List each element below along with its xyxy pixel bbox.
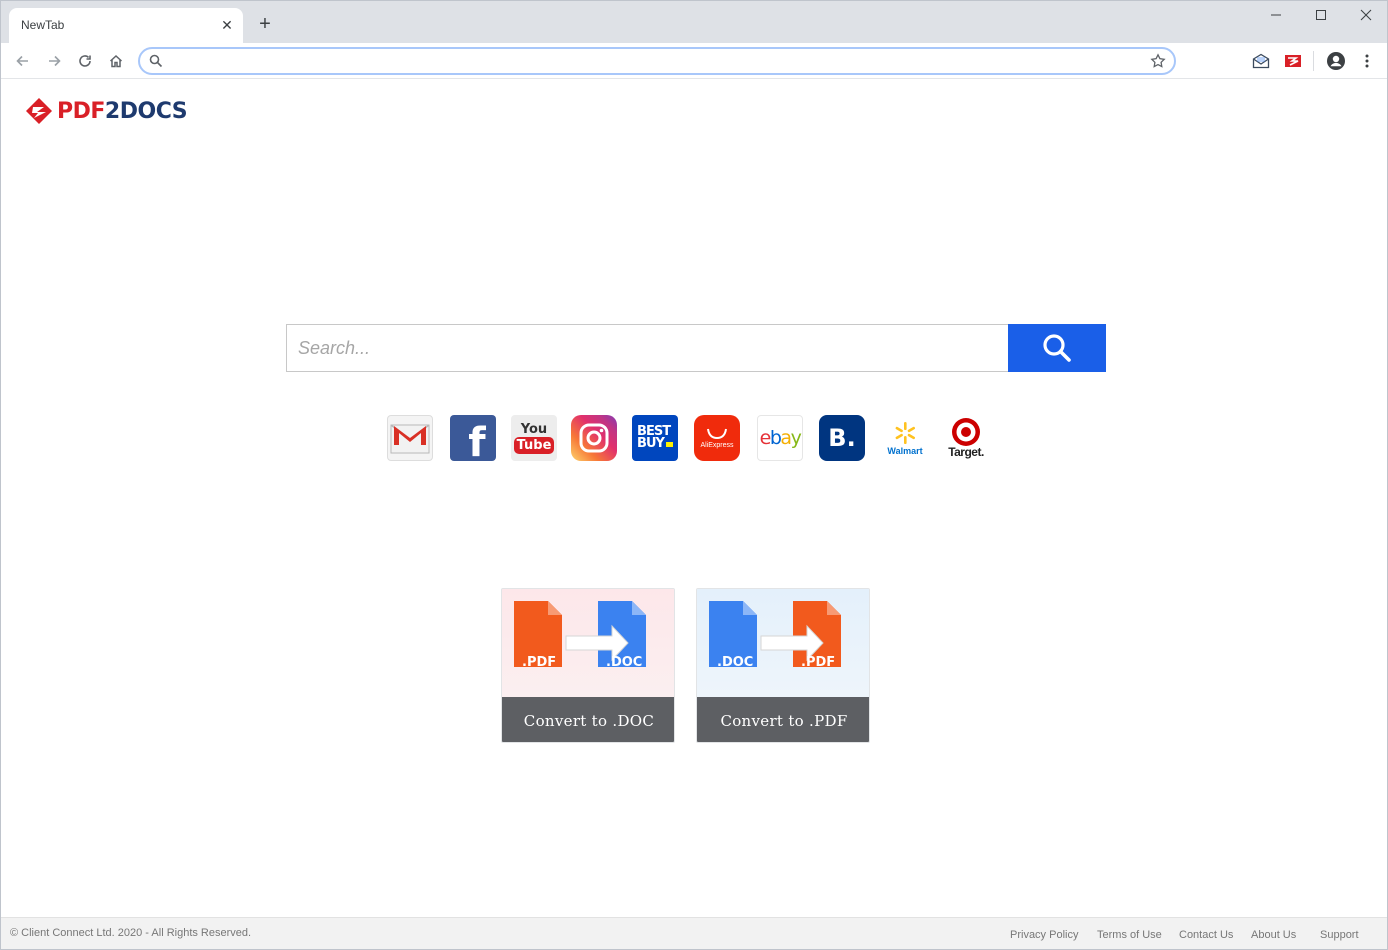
browser-window: NewTab ✕ + PDF2DOCS Search... f You Tube… [0,0,1388,950]
copyright-text: © Client Connect Ltd. 2020 - All Rights … [10,927,252,939]
pdf2docs-extension-icon[interactable] [1282,50,1304,72]
search-icon [1043,334,1071,362]
shortcut-facebook[interactable]: f [450,415,496,461]
browser-toolbar [1,43,1387,79]
aliexpress-icon: AliExpress [700,428,734,449]
tab-close-icon[interactable]: ✕ [219,17,235,33]
toolbar-divider [1313,51,1314,71]
forward-icon[interactable] [43,50,65,72]
support-link[interactable]: Support [1320,929,1359,941]
shortcut-youtube[interactable]: You Tube [511,415,557,461]
doc-to-pdf-illustration: .DOC .PDF [697,589,869,697]
gmail-icon [390,424,430,454]
logo-mark-icon [26,98,52,124]
bookmark-star-icon[interactable] [1150,53,1166,74]
shortcut-target[interactable]: Target. [943,415,989,461]
tab-newtab[interactable]: NewTab ✕ [9,8,243,43]
reload-icon[interactable] [74,50,96,72]
ebay-icon: ebay [759,427,802,449]
pdf-file-label: .PDF [801,655,836,670]
shortcut-instagram[interactable] [571,415,617,461]
convert-to-doc-card[interactable]: .PDF .DOC Convert to .DOC [501,588,675,743]
address-input[interactable] [168,52,1148,70]
booking-icon: B. [828,424,856,452]
minimize-icon[interactable] [1261,5,1291,27]
shortcut-ebay[interactable]: ebay [757,415,803,461]
privacy-policy-link[interactable]: Privacy Policy [1010,929,1078,941]
menu-kebab-icon[interactable] [1356,50,1378,72]
shortcut-aliexpress[interactable]: AliExpress [694,415,740,461]
maximize-icon[interactable] [1306,5,1336,27]
instagram-icon [579,423,609,453]
bestbuy-icon: BEST BUY [637,424,673,451]
facebook-icon: f [468,420,486,461]
shortcut-gmail[interactable] [387,415,433,461]
shortcut-booking[interactable]: B. [819,415,865,461]
mail-extension-icon[interactable] [1250,50,1272,72]
pdf2docs-logo[interactable]: PDF2DOCS [25,97,188,125]
search-icon [149,54,163,73]
pdf-to-doc-illustration: .PDF .DOC [502,589,674,697]
convert-to-pdf-button[interactable]: Convert to .PDF [697,697,869,742]
home-icon[interactable] [105,50,127,72]
pdf-file-label: .PDF [522,655,557,670]
walmart-icon: Walmart [887,421,923,456]
convert-to-doc-button[interactable]: Convert to .DOC [502,697,674,742]
shortcut-bestbuy[interactable]: BEST BUY [632,415,678,461]
footer: © Client Connect Ltd. 2020 - All Rights … [1,917,1387,949]
terms-of-use-link[interactable]: Terms of Use [1097,929,1162,941]
newtab-page: PDF2DOCS f [1,79,1387,917]
search-button[interactable] [1008,324,1106,372]
close-window-icon[interactable] [1351,5,1381,27]
back-icon[interactable] [12,50,34,72]
search-input[interactable] [286,324,1008,372]
target-icon: Target. [948,417,984,459]
convert-to-pdf-card[interactable]: .DOC .PDF Convert to .PDF [696,588,870,743]
contact-us-link[interactable]: Contact Us [1179,929,1233,941]
youtube-icon: You Tube [513,423,555,454]
doc-file-label: .DOC [606,655,643,670]
about-us-link[interactable]: About Us [1251,929,1296,941]
profile-avatar-icon[interactable] [1325,50,1347,72]
address-bar[interactable] [138,47,1176,75]
search-box [286,324,1106,372]
new-tab-button[interactable]: + [255,14,275,34]
shortcut-walmart[interactable]: Walmart [882,415,928,461]
doc-file-label: .DOC [717,655,754,670]
tab-strip: NewTab ✕ + [1,1,1387,43]
logo-text: PDF2DOCS [57,98,188,124]
tab-title: NewTab [21,18,65,32]
